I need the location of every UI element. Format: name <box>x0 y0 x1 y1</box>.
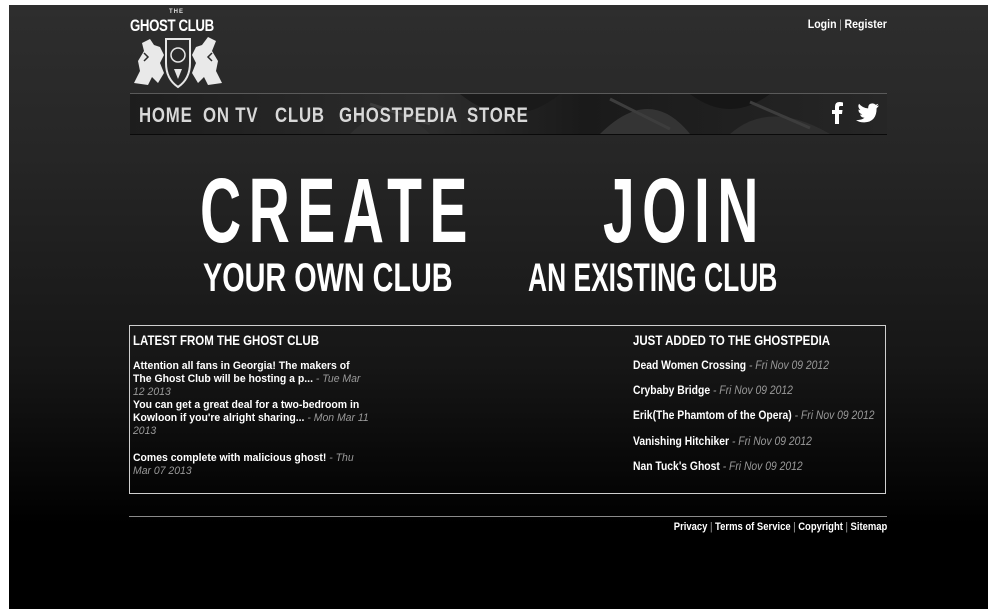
terms-link[interactable]: Terms of Service <box>715 521 791 533</box>
ghostpedia-item[interactable]: Vanishing Hitchiker - Fri Nov 09 2012 <box>633 436 812 448</box>
nav-item-on-tv[interactable]: ON TV <box>203 104 261 128</box>
ghostpedia-item-date: - Fri Nov 09 2012 <box>722 461 803 473</box>
page-viewport: THE GHOST CLUB Login | Register HOME ON … <box>9 5 988 609</box>
create-heading: CREATE <box>200 160 475 262</box>
news-item[interactable]: Comes complete with malicious ghost! - T… <box>133 452 371 478</box>
ghostpedia-item-name: Erik(The Phamtom of the Opera) <box>633 410 792 422</box>
nav-item-home[interactable]: HOME <box>139 104 192 128</box>
ghostpedia-item-name: Nan Tuck's Ghost <box>633 461 720 473</box>
ghost-club-logo[interactable]: THE GHOST CLUB <box>130 9 230 89</box>
ghostpedia-item[interactable]: Dead Women Crossing - Fri Nov 09 2012 <box>633 360 829 372</box>
crest-icon <box>134 37 222 89</box>
logo-small-text: THE <box>169 9 184 15</box>
nav-item-store[interactable]: STORE <box>467 104 528 128</box>
join-club-cta[interactable]: JOIN <box>603 165 866 257</box>
join-club-subtitle-link[interactable]: AN EXISTING CLUB <box>528 258 906 298</box>
main-nav: HOME ON TV CLUB GHOSTPEDIA STORE <box>130 93 887 135</box>
content-panel: LATEST FROM THE GHOST CLUB Attention all… <box>129 325 886 494</box>
footer-separator: | <box>845 521 848 533</box>
ghostpedia-item-name: Vanishing Hitchiker <box>633 436 730 448</box>
footer-divider <box>129 516 887 517</box>
login-link[interactable]: Login <box>808 17 837 31</box>
footer-links: Privacy | Terms of Service | Copyright | Sitem… <box>673 521 887 533</box>
create-subheading: YOUR OWN CLUB <box>203 256 453 300</box>
latest-title: LATEST FROM THE GHOST CLUB <box>133 332 320 348</box>
twitter-icon[interactable] <box>855 103 879 123</box>
news-item[interactable]: You can get a great deal for a two-bedro… <box>133 399 371 438</box>
create-club-cta[interactable]: CREATE <box>200 165 643 257</box>
nav-item-ghostpedia[interactable]: GHOSTPEDIA <box>339 104 457 128</box>
privacy-link[interactable]: Privacy <box>673 521 707 533</box>
ghostpedia-item[interactable]: Nan Tuck's Ghost - Fri Nov 09 2012 <box>633 461 803 473</box>
register-link[interactable]: Register <box>845 17 887 31</box>
ghostpedia-title: JUST ADDED TO THE GHOSTPEDIA <box>633 332 831 348</box>
footer-separator: | <box>709 521 713 533</box>
footer-separator: | <box>792 521 796 533</box>
auth-links: Login | Register <box>808 17 887 31</box>
create-club-subtitle-link[interactable]: YOUR OWN CLUB <box>203 258 550 298</box>
join-subheading: AN EXISTING CLUB <box>528 256 778 300</box>
ghostpedia-item-date: - Fri Nov 09 2012 <box>748 360 829 372</box>
facebook-icon[interactable] <box>831 102 843 124</box>
join-heading: JOIN <box>603 160 766 262</box>
ghostpedia-item[interactable]: Crybaby Bridge - Fri Nov 09 2012 <box>633 385 793 397</box>
auth-separator: | <box>839 17 843 31</box>
ghostpedia-item[interactable]: Erik(The Phamtom of the Opera) - Fri Nov… <box>633 410 875 422</box>
ghostpedia-item-date: - Fri Nov 09 2012 <box>794 410 875 422</box>
ghostpedia-item-date: - Fri Nov 09 2012 <box>731 436 812 448</box>
ghostpedia-item-date: - Fri Nov 09 2012 <box>712 385 793 397</box>
news-item[interactable]: Attention all fans in Georgia! The maker… <box>133 360 371 399</box>
copyright-link[interactable]: Copyright <box>798 521 843 533</box>
ghostpedia-item-name: Crybaby Bridge <box>633 385 711 397</box>
news-item-text: Comes complete with malicious ghost! <box>133 452 327 464</box>
nav-item-club[interactable]: CLUB <box>275 104 326 128</box>
ghostpedia-item-name: Dead Women Crossing <box>633 360 747 372</box>
sitemap-link[interactable]: Sitemap <box>850 521 887 533</box>
